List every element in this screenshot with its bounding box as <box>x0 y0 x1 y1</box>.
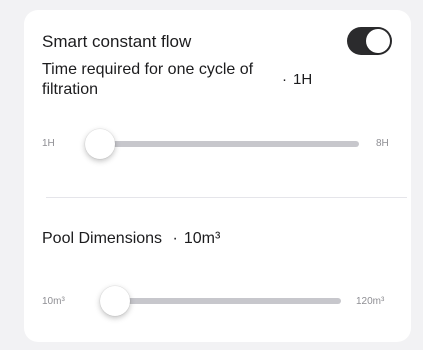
pool-max-label: 120m³ <box>356 296 385 307</box>
pool-min-label: 10m³ <box>42 296 65 307</box>
pool-dimensions-value: 10m³ <box>183 230 221 247</box>
section-divider <box>46 197 407 198</box>
smart-flow-toggle[interactable] <box>347 27 392 55</box>
toggle-knob <box>366 29 390 53</box>
separator-dot: · <box>282 71 287 88</box>
cycle-time-value: 1H <box>293 71 313 88</box>
smart-flow-title: Smart constant flow <box>42 32 192 51</box>
cycle-time-value-group: · 1H <box>282 70 312 90</box>
pool-slider-thumb[interactable] <box>100 286 130 316</box>
pool-dimensions-row: Pool Dimensions · 10m³ <box>42 229 220 249</box>
cycle-max-label: 8H <box>376 138 389 149</box>
cycle-min-label: 1H <box>42 138 55 149</box>
cycle-slider-track[interactable] <box>100 141 359 147</box>
separator-dot: · <box>172 230 178 247</box>
pool-dimensions-label: Pool Dimensions <box>42 230 163 247</box>
cycle-slider-thumb[interactable] <box>85 129 115 159</box>
cycle-time-label: Time required for one cycle of filtratio… <box>42 61 254 98</box>
pool-slider-track[interactable] <box>115 298 341 304</box>
